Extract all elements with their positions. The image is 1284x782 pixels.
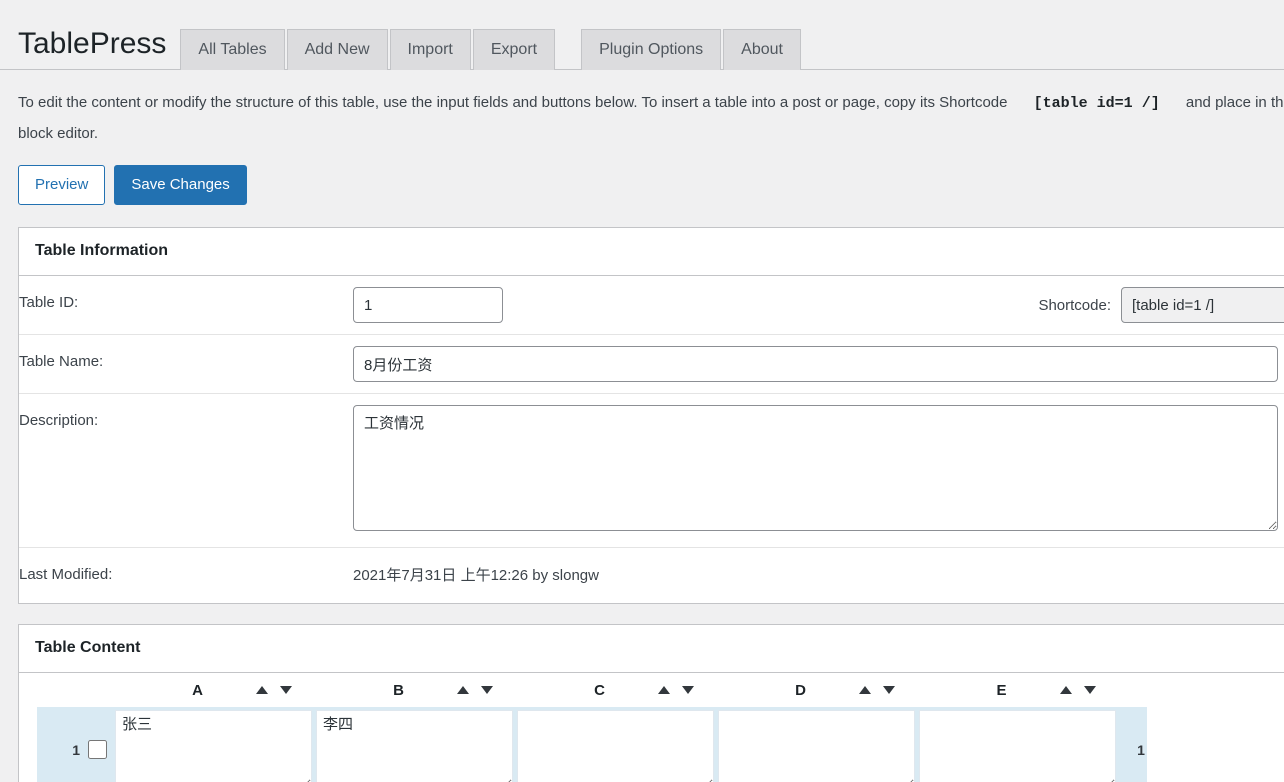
tablepress-edit-screen: TablePress All Tables Add New Import Exp… xyxy=(0,0,1284,782)
shortcode-input[interactable] xyxy=(1121,287,1284,323)
table-content-body: A B C D E 1 张三 李四 1 xyxy=(19,673,1284,782)
tab-plugin-options[interactable]: Plugin Options xyxy=(581,28,722,70)
column-header-c[interactable]: C xyxy=(499,673,700,707)
tab-all-tables[interactable]: All Tables xyxy=(180,28,285,70)
sort-desc-icon[interactable] xyxy=(682,686,694,694)
shortcode-label: Shortcode: xyxy=(1038,296,1111,314)
cell-e1[interactable] xyxy=(919,710,1116,782)
sort-asc-icon[interactable] xyxy=(658,686,670,694)
table-name-label: Table Name: xyxy=(19,334,353,394)
table-information-body: Table ID: Shortcode: xyxy=(19,276,1284,603)
column-sorters-d xyxy=(859,686,895,694)
column-header-b[interactable]: B xyxy=(298,673,499,707)
preview-button[interactable]: Preview xyxy=(18,165,106,205)
description-textarea[interactable]: 工资情况 xyxy=(353,405,1278,531)
cell-d1[interactable] xyxy=(718,710,915,782)
cell-b1[interactable]: 李四 xyxy=(316,710,513,782)
description-row: Description: 工资情况 xyxy=(19,393,1284,548)
cell-e1-wrap xyxy=(919,707,1120,782)
table-information-header: Table Information xyxy=(19,228,1284,276)
table-row: 1 张三 李四 1 xyxy=(37,707,1147,782)
tab-import[interactable]: Import xyxy=(389,28,471,70)
shortcode-inline[interactable]: [table id=1 /] xyxy=(1012,95,1182,112)
description-label: Description: xyxy=(19,393,353,548)
table-information-title: Table Information xyxy=(35,242,169,260)
cell-c1-wrap xyxy=(517,707,718,782)
table-id-input[interactable] xyxy=(353,287,503,323)
sort-asc-icon[interactable] xyxy=(1060,686,1072,694)
sort-desc-icon[interactable] xyxy=(280,686,292,694)
column-sorters-c xyxy=(658,686,694,694)
column-header-e[interactable]: E xyxy=(901,673,1102,707)
table-content-title: Table Content xyxy=(35,639,141,657)
cell-d1-wrap xyxy=(718,707,919,782)
cell-a1-wrap: 张三 xyxy=(115,707,316,782)
table-content-panel: Table Content A B C D E 1 张三 李四 1 xyxy=(18,624,1284,782)
table-name-input[interactable] xyxy=(353,346,1278,382)
sort-asc-icon[interactable] xyxy=(256,686,268,694)
last-modified-row: Last Modified: 2021年7月31日 上午12:26 by slo… xyxy=(19,548,1284,604)
nav-tab-wrapper: TablePress All Tables Add New Import Exp… xyxy=(0,0,1284,70)
column-sorters-b xyxy=(457,686,493,694)
table-information-panel: Table Information Table ID: Shortcode: xyxy=(18,227,1284,604)
cell-a1[interactable]: 张三 xyxy=(115,710,312,782)
column-header-d[interactable]: D xyxy=(700,673,901,707)
table-id-label: Table ID: xyxy=(19,276,353,335)
column-header-a[interactable]: A xyxy=(97,673,298,707)
tab-about[interactable]: About xyxy=(723,28,801,70)
last-modified-label: Last Modified: xyxy=(19,566,113,583)
row-number-left: 1 xyxy=(72,741,80,758)
column-sorters-e xyxy=(1060,686,1096,694)
row-number-right: 1 xyxy=(1137,741,1145,758)
column-sorters-a xyxy=(256,686,292,694)
last-modified-value: 2021年7月31日 上午12:26 by slongw xyxy=(353,567,599,584)
sort-asc-icon[interactable] xyxy=(457,686,469,694)
cell-c1[interactable] xyxy=(517,710,714,782)
intro-text-part1: To edit the content or modify the struct… xyxy=(18,94,1008,111)
column-header-row: A B C D E xyxy=(19,673,1284,707)
tablepress-logo: TablePress xyxy=(18,27,167,60)
table-content-header: Table Content xyxy=(19,625,1284,673)
table-name-row: Table Name: xyxy=(19,334,1284,394)
tab-export[interactable]: Export xyxy=(472,28,556,70)
sort-asc-icon[interactable] xyxy=(859,686,871,694)
row-select-checkbox[interactable] xyxy=(88,740,107,759)
action-button-row: Preview Save Changes xyxy=(0,149,1284,227)
sort-desc-icon[interactable] xyxy=(481,686,493,694)
table-id-row: Table ID: Shortcode: xyxy=(19,276,1284,335)
intro-text: To edit the content or modify the struct… xyxy=(0,70,1284,149)
table-information-form: Table ID: Shortcode: xyxy=(19,276,1284,603)
sort-desc-icon[interactable] xyxy=(1084,686,1096,694)
tab-add-new[interactable]: Add New xyxy=(286,28,388,70)
row-select-checkbox-wrap xyxy=(80,707,115,782)
cell-b1-wrap: 李四 xyxy=(316,707,517,782)
save-changes-button[interactable]: Save Changes xyxy=(114,165,247,205)
sort-desc-icon[interactable] xyxy=(883,686,895,694)
